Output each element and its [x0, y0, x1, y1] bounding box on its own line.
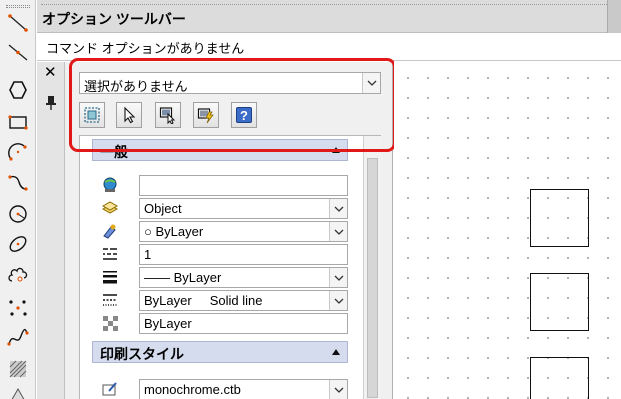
options-toolbar-title: オプション ツールバー [42, 11, 186, 27]
drawing-canvas[interactable] [394, 62, 621, 399]
ray-icon [8, 44, 28, 61]
color-dropdown[interactable]: ○ ByLayer [139, 221, 348, 242]
linetype-dropdown[interactable]: ByLayer Solid line [139, 290, 348, 311]
spline-icon [8, 175, 28, 191]
property-row-plot-style: monochrome.ctb [92, 378, 348, 399]
select-objects-button[interactable] [116, 102, 142, 128]
pin-icon[interactable] [45, 95, 57, 111]
point-icon [9, 300, 27, 316]
title-grip[interactable] [41, 4, 611, 7]
draw-toolbar [0, 0, 36, 399]
selection-dropdown[interactable]: 選択がありません [79, 72, 381, 94]
pickadd-icon [159, 107, 176, 124]
point-tool[interactable] [6, 296, 30, 320]
arc-tool[interactable] [6, 140, 30, 164]
circle-tool[interactable] [6, 202, 30, 226]
ellipse-tool[interactable] [6, 232, 30, 256]
arc-icon [8, 143, 27, 161]
spline-tool[interactable] [6, 170, 30, 194]
chevron-down-icon[interactable] [362, 73, 380, 93]
drawing-rectangle[interactable] [530, 357, 589, 399]
chevron-down-icon[interactable] [329, 222, 347, 241]
quick-select-icon [84, 107, 100, 123]
toggle-value-button[interactable] [193, 102, 219, 128]
chevron-down-icon[interactable] [329, 199, 347, 218]
property-row-lineweight: —— ByLayer [92, 266, 348, 289]
line-tool[interactable] [6, 11, 30, 35]
section-header-plot-style[interactable]: 印刷スタイル [92, 341, 348, 363]
color-icon [100, 176, 120, 194]
close-icon[interactable]: ✕ [44, 65, 57, 80]
rectangle-tool[interactable] [6, 110, 30, 134]
spline-curve-tool[interactable] [6, 326, 30, 350]
property-row-layer: Object [92, 197, 348, 220]
select-objects-icon [124, 106, 136, 124]
scrollbar-thumb[interactable] [367, 158, 378, 398]
command-options-text: コマンド オプションがありません [46, 41, 245, 56]
chevron-down-icon[interactable] [329, 268, 347, 287]
plot-style-icon [100, 380, 120, 398]
options-toolbar-title-bar[interactable]: オプション ツールバー [37, 0, 621, 33]
help-icon: ? [236, 107, 252, 123]
property-row-color-bylayer: ○ ByLayer [92, 220, 348, 243]
chevron-down-icon[interactable] [329, 380, 347, 399]
property-row-linetype: ByLayer Solid line [92, 289, 348, 312]
panel-scrollbar[interactable] [363, 136, 381, 399]
property-row-color [92, 174, 348, 197]
linetype-scale-field[interactable]: 1 [139, 244, 348, 265]
lineweight-dropdown[interactable]: —— ByLayer [139, 267, 348, 288]
collapse-up-icon[interactable] [331, 348, 341, 356]
rectangle-icon [8, 115, 28, 130]
hatch-tool[interactable] [6, 357, 30, 381]
hatch-icon [9, 360, 27, 378]
cloud-icon [8, 267, 28, 282]
property-row-linetype-scale: 1 [92, 243, 348, 266]
help-button[interactable]: ? [231, 102, 257, 128]
chevron-down-icon[interactable] [329, 291, 347, 310]
ray-tool[interactable] [6, 40, 30, 64]
pickadd-button[interactable] [155, 102, 181, 128]
polygon-icon [9, 81, 27, 99]
properties-palette: ✕ 選択がありません ? 一般 Object ○ ByLayer 1 —— By… [37, 62, 393, 399]
line-icon [8, 14, 28, 32]
ellipse-icon [9, 236, 27, 252]
toggle-value-icon [197, 108, 214, 124]
command-options-bar: コマンド オプションがありません [37, 34, 621, 61]
transparency-icon [100, 314, 120, 332]
circle-icon [9, 205, 27, 223]
palette-side-strip: ✕ [37, 62, 65, 399]
linetype-scale-icon [100, 245, 120, 263]
spline-curve-icon [7, 328, 29, 346]
section-header-general[interactable]: 一般 [92, 139, 348, 161]
triangle-tool[interactable] [6, 385, 30, 399]
paint-icon [100, 222, 120, 240]
triangle-icon [11, 387, 25, 399]
title-edge [607, 0, 621, 33]
linetype-icon [100, 291, 120, 309]
svg-text:?: ? [240, 108, 248, 123]
collapse-up-icon[interactable] [331, 146, 341, 154]
color-field[interactable] [139, 175, 348, 196]
drawing-rectangle[interactable] [530, 273, 589, 331]
section-title-plot-style: 印刷スタイル [100, 346, 184, 362]
section-title-general: 一般 [100, 144, 128, 160]
properties-panel: 一般 Object ○ ByLayer 1 —— ByLayer ByLayer… [79, 135, 381, 399]
selection-value: 選択がありません [84, 79, 188, 94]
layer-icon [100, 199, 120, 217]
drawing-rectangle[interactable] [530, 189, 589, 247]
layer-dropdown[interactable]: Object [139, 198, 348, 219]
quick-select-button[interactable] [79, 102, 105, 128]
property-row-transparency: ByLayer [92, 312, 348, 335]
plot-style-dropdown[interactable]: monochrome.ctb [139, 379, 348, 399]
cloud-tool[interactable] [6, 264, 30, 288]
transparency-field[interactable]: ByLayer [139, 313, 348, 334]
lineweight-icon [100, 268, 120, 286]
toolbar-grip[interactable] [6, 5, 30, 8]
polygon-tool[interactable] [6, 78, 30, 102]
